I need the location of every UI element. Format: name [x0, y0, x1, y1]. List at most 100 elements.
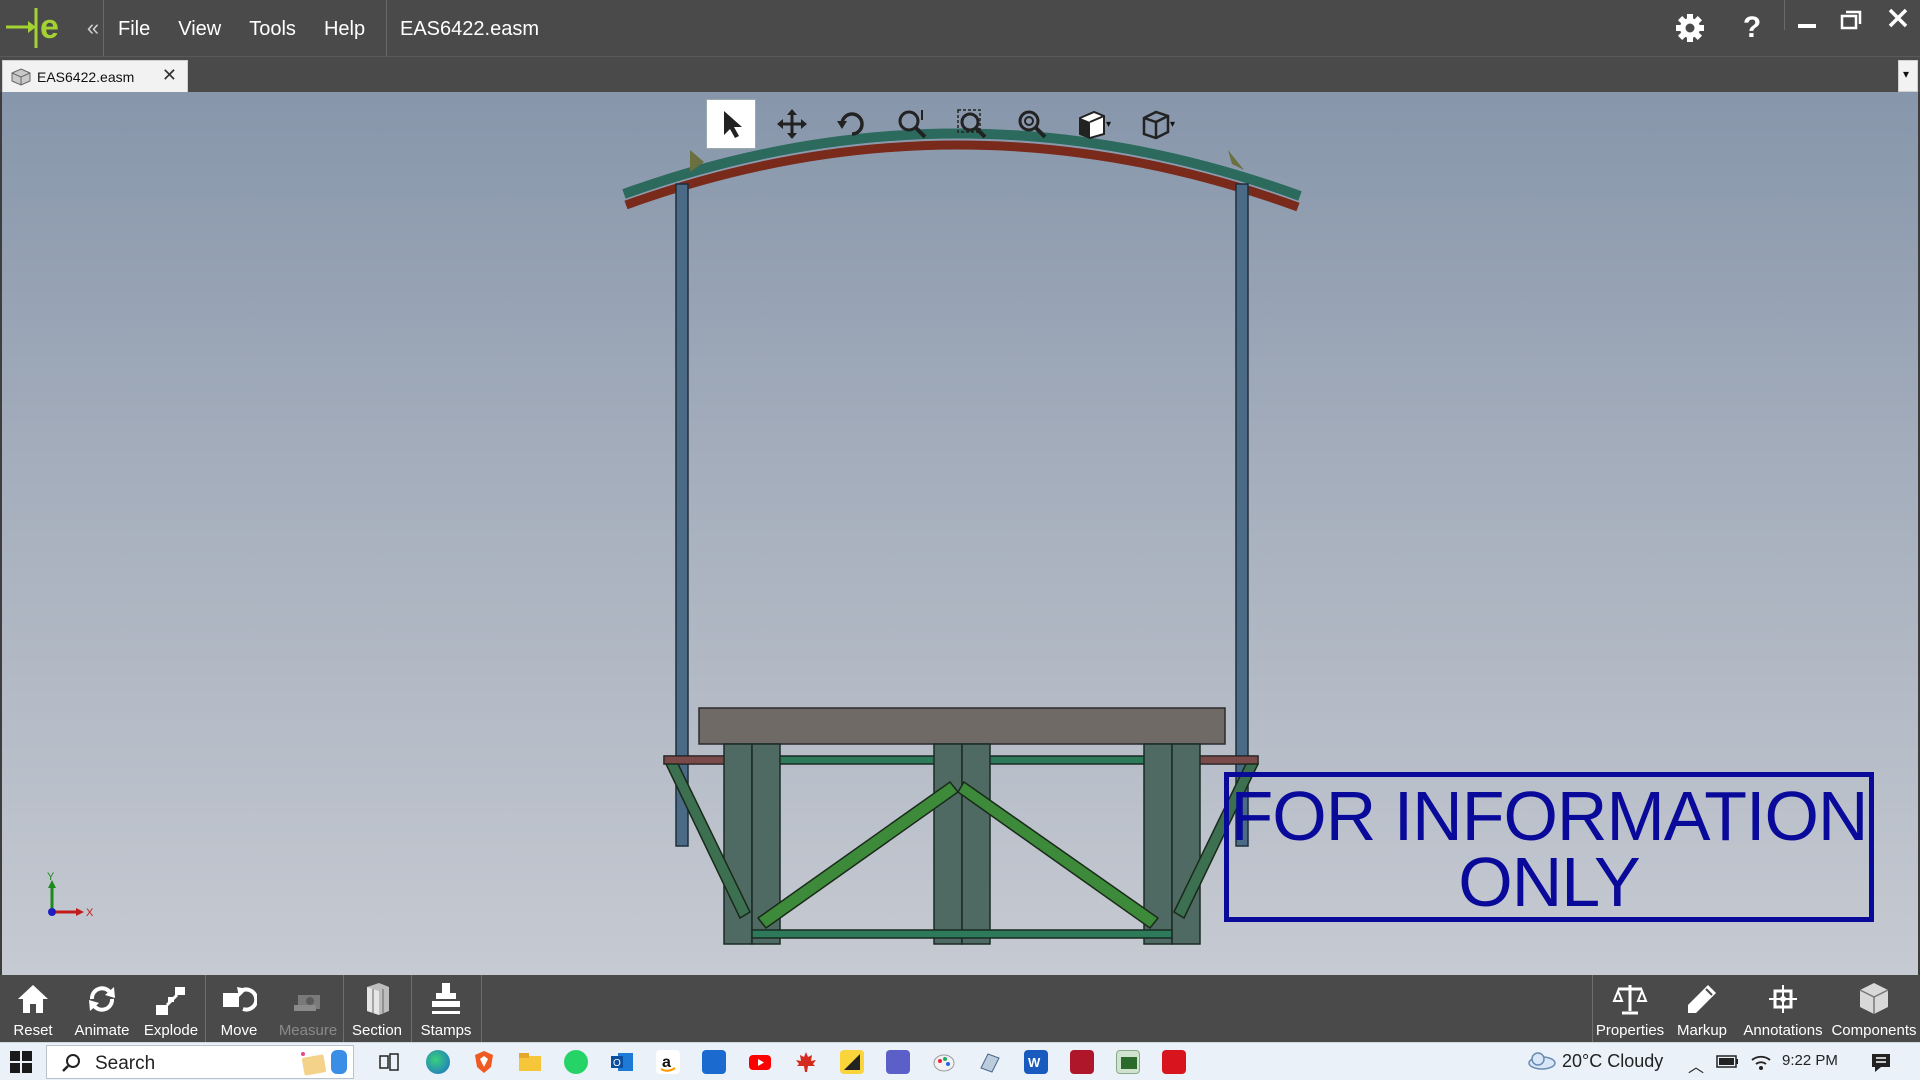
pan-icon[interactable] [762, 99, 822, 149]
edrawings-2016-icon[interactable] [1116, 1050, 1140, 1074]
windows-start-icon[interactable] [10, 1051, 32, 1073]
move-icon [223, 987, 257, 1012]
chevron-up-icon[interactable]: ︿ [1688, 1053, 1704, 1077]
minimize-icon[interactable] [1786, 4, 1826, 44]
chevron-down-icon[interactable]: ▾ [1106, 119, 1120, 130]
chevron-down-icon: ▾ [1903, 67, 1910, 81]
menu-file[interactable]: File [104, 0, 164, 56]
left-column [675, 183, 689, 847]
cloud-icon [1528, 1052, 1556, 1070]
triad-x-label: X [86, 907, 94, 919]
tab-close-icon[interactable]: ✕ [162, 65, 177, 86]
zoom-to-area-icon[interactable] [942, 99, 1002, 149]
animate-button[interactable]: Animate [66, 975, 138, 1042]
document-tab[interactable]: EAS6422.easm ✕ [2, 60, 188, 93]
coordinate-triad: Y X [42, 871, 102, 922]
annotations-icon [1769, 985, 1797, 1013]
paint-icon[interactable] [932, 1050, 956, 1074]
section-button[interactable]: Section [344, 975, 410, 1042]
scale-icon [1612, 985, 1648, 1015]
annotations-label: Annotations [1743, 1022, 1823, 1039]
roof-rafter [624, 140, 1300, 212]
feedback-icon[interactable] [978, 1050, 1002, 1074]
divider [386, 0, 387, 56]
brave-icon[interactable] [472, 1050, 496, 1074]
file-explorer-icon[interactable] [518, 1050, 542, 1074]
teams-icon[interactable] [886, 1050, 910, 1074]
edrawings-logo-icon[interactable]: e [0, 0, 82, 56]
home-icon [18, 985, 48, 1013]
animate-icon [89, 986, 115, 1012]
search-highlight-icon [301, 1050, 347, 1076]
taskbar-clock[interactable]: 9:22 PM [1782, 1052, 1838, 1069]
explode-label: Explode [143, 1022, 199, 1039]
menu-tools[interactable]: Tools [235, 0, 310, 56]
support-leg [933, 743, 963, 945]
annotations-button[interactable]: Annotations [1738, 975, 1828, 1042]
help-icon[interactable]: ? [1732, 8, 1772, 48]
properties-button[interactable]: Properties [1594, 975, 1666, 1042]
command-bar: Reset Animate Explode Move Measure Secti… [0, 975, 1920, 1042]
app-2016-icon[interactable] [1070, 1050, 1094, 1074]
battery-icon[interactable] [1716, 1054, 1740, 1075]
search-icon [62, 1054, 80, 1072]
select-icon[interactable] [706, 99, 756, 149]
zoom-icon[interactable] [1002, 99, 1062, 149]
stamps-button[interactable]: Stamps [412, 975, 480, 1042]
divider [481, 975, 482, 1042]
word-icon[interactable]: W [1024, 1050, 1048, 1074]
svg-text:e: e [40, 8, 59, 46]
task-view-icon[interactable] [378, 1050, 402, 1074]
section-icon [367, 983, 389, 1015]
cross-brace [756, 780, 960, 930]
edrawings-window: e « File View Tools Help EAS6422.easm ? … [0, 0, 1920, 1080]
close-icon[interactable] [1878, 2, 1918, 42]
youtube-icon[interactable] [748, 1050, 772, 1074]
menu-help[interactable]: Help [310, 0, 379, 56]
tab-list-dropdown[interactable]: ▾ [1898, 60, 1918, 92]
wifi-icon[interactable] [1750, 1052, 1772, 1077]
collapse-menu-icon[interactable]: « [84, 14, 102, 42]
zoom-to-fit-icon[interactable] [882, 99, 942, 149]
move-label: Move [220, 1022, 258, 1039]
whatsapp-icon[interactable] [564, 1050, 588, 1074]
rotate-icon[interactable] [822, 99, 882, 149]
maple-leaf-icon[interactable] [794, 1050, 818, 1074]
right-column [1235, 183, 1249, 847]
svg-text:a: a [662, 1054, 671, 1071]
assembly-icon [11, 68, 31, 86]
components-button[interactable]: Components [1828, 975, 1920, 1042]
menu-view[interactable]: View [164, 0, 235, 56]
explode-icon [156, 987, 185, 1015]
amazon-icon[interactable]: a [656, 1050, 680, 1074]
title-bar: e « File View Tools Help EAS6422.easm ? [0, 0, 1920, 56]
store-icon[interactable] [702, 1050, 726, 1074]
pencil-icon [1688, 985, 1716, 1013]
measure-button[interactable]: Measure [272, 975, 344, 1042]
move-button[interactable]: Move [206, 975, 272, 1042]
section-label: Section [351, 1022, 403, 1039]
notification-icon[interactable] [1870, 1051, 1892, 1073]
svg-text:O: O [613, 1058, 621, 1069]
restore-icon[interactable] [1832, 4, 1872, 44]
document-title: EAS6422.easm [400, 18, 539, 40]
model-viewport[interactable]: ▾ ▾ FOR INFORMATION ONLY Y X [0, 92, 1920, 975]
reset-button[interactable]: Reset [0, 975, 66, 1042]
stamps-label: Stamps [420, 1022, 472, 1039]
roof-bracket [1228, 150, 1244, 170]
gear-icon[interactable] [1670, 8, 1710, 48]
components-label: Components [1831, 1022, 1917, 1039]
solidworks-icon[interactable] [1162, 1050, 1186, 1074]
components-icon [1859, 983, 1889, 1014]
taskbar-search-box[interactable]: Search [46, 1045, 354, 1079]
outlook-icon[interactable]: O [610, 1050, 634, 1074]
measure-icon [294, 995, 320, 1011]
svg-text:W: W [1028, 1055, 1041, 1070]
edge-icon[interactable] [426, 1050, 450, 1074]
markup-button[interactable]: Markup [1666, 975, 1738, 1042]
chevron-down-icon[interactable]: ▾ [1170, 119, 1184, 130]
animate-label: Animate [74, 1022, 130, 1039]
sticky-notes-icon[interactable] [840, 1050, 864, 1074]
menu-bar: File View Tools Help [104, 0, 379, 56]
explode-button[interactable]: Explode [138, 975, 204, 1042]
